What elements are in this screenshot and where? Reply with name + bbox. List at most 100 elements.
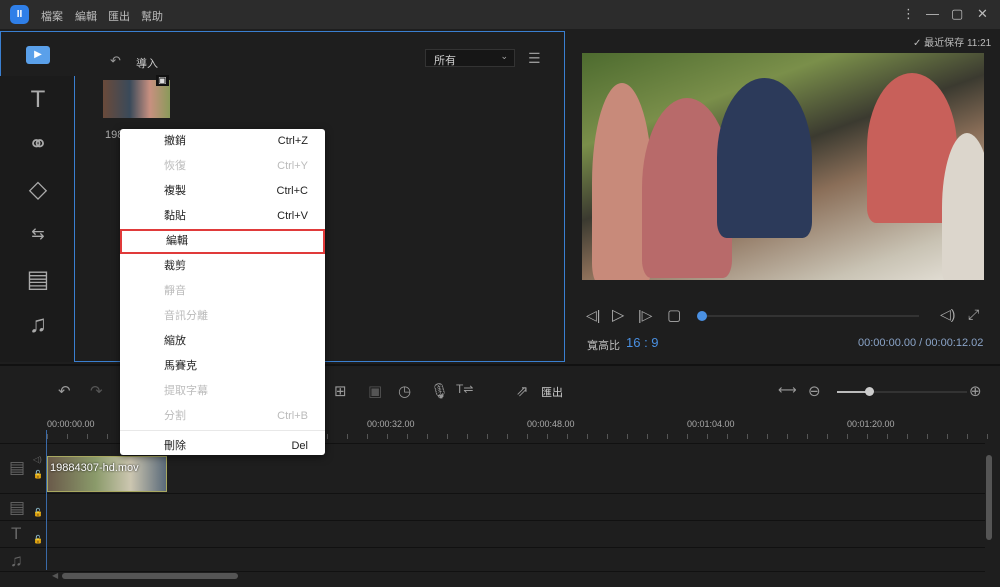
mosaic-icon[interactable]: ⊞ (334, 382, 347, 400)
tick-label: 00:01:04.00 (687, 419, 735, 429)
context-menu-item[interactable]: 馬賽克 (120, 354, 325, 379)
redo-icon[interactable]: ↷ (90, 382, 103, 400)
overlay-icon[interactable]: ◇ (22, 174, 54, 206)
context-menu-item[interactable]: 提取字幕 (120, 379, 325, 404)
context-menu-item[interactable]: 音訊分離 (120, 304, 325, 329)
text-track-icon: T (11, 524, 22, 543)
clip-name: 19884307-hd.mov (50, 462, 139, 474)
context-menu: 撤銷 Ctrl+Z 恢復 Ctrl+Y 複製 Ctrl+C 黏貼 Ctrl+V 編輯裁剪靜音音訊… (120, 129, 325, 455)
export-button[interactable]: 匯出 (541, 384, 563, 400)
menu-item-label: 縮放 (164, 335, 186, 347)
overlay-track-icon: ▤ (9, 498, 26, 517)
maximize-icon[interactable]: ▢ (951, 6, 963, 22)
menu-edit[interactable]: 編輯 (75, 8, 97, 24)
lock-icon[interactable]: 🔓 (33, 508, 43, 517)
tick-label: 00:01:20.00 (847, 419, 895, 429)
context-menu-item[interactable]: 編輯 (120, 229, 325, 254)
menu-item-label: 分割 (164, 410, 186, 422)
play-icon[interactable]: ▷ (612, 305, 624, 325)
chevron-down-icon: ⌄ (500, 51, 508, 61)
text-to-speech-icon[interactable]: T⇌ (456, 382, 473, 396)
video-preview (582, 53, 984, 280)
next-frame-icon[interactable]: |▷ (638, 307, 652, 324)
playback-handle[interactable] (697, 311, 707, 321)
horizontal-scrollbar[interactable] (62, 573, 238, 579)
music-icon[interactable]: ♫ (22, 309, 54, 341)
aspect-label: 寬高比 (587, 340, 620, 352)
menu-item-shortcut: Ctrl+C (276, 185, 308, 197)
zoom-slider[interactable] (837, 391, 967, 393)
menu-item-label: 編輯 (166, 235, 188, 247)
menu-item-label: 刪除 (164, 440, 186, 452)
crop-icon[interactable]: ▣ (368, 382, 382, 400)
scroll-left-icon[interactable]: ◀ (52, 571, 58, 580)
menu-item-label: 靜音 (164, 285, 186, 297)
track-volume-icon[interactable]: ◁) (33, 455, 42, 464)
menu-item-label: 馬賽克 (164, 360, 197, 372)
playhead[interactable] (46, 430, 47, 570)
context-menu-item[interactable]: 裁剪 (120, 254, 325, 279)
fit-timeline-icon[interactable]: ⟷ (778, 382, 797, 398)
autosave-status: ✓ 最近保存 11:21 (913, 38, 992, 49)
video-track-icon: ▤ (9, 458, 26, 477)
fullscreen-icon[interactable]: ⤢ (968, 306, 979, 323)
context-menu-item[interactable]: 恢復 Ctrl+Y (120, 154, 325, 179)
menu-item-label: 黏貼 (164, 210, 186, 222)
record-voice-icon[interactable]: 🎙 (430, 382, 449, 400)
playback-slider[interactable] (701, 315, 919, 317)
import-button[interactable]: 導入 (136, 55, 158, 71)
vertical-scrollbar[interactable] (986, 455, 992, 540)
zoom-out-icon[interactable]: ⊖ (808, 382, 821, 400)
menu-item-shortcut: Ctrl+V (277, 210, 308, 222)
minimize-icon[interactable]: — (926, 6, 939, 21)
prev-frame-icon[interactable]: ◁| (586, 307, 600, 324)
context-menu-item[interactable]: 刪除 Del (120, 434, 325, 459)
zoom-slider-handle[interactable] (865, 387, 874, 396)
filter-dropdown[interactable]: 所有 ⌄ (425, 49, 515, 67)
media-icon[interactable]: ▶ (26, 46, 50, 64)
menu-file[interactable]: 檔案 (41, 8, 63, 24)
lock-icon[interactable]: 🔓 (33, 470, 43, 479)
menu-help[interactable]: 幫助 (141, 8, 163, 24)
import-icon[interactable]: ↶ (110, 53, 121, 69)
menu-item-label: 音訊分離 (164, 310, 208, 322)
menu-item-label: 撤銷 (164, 135, 186, 147)
context-menu-item[interactable]: 黏貼 Ctrl+V (120, 204, 325, 229)
context-menu-item[interactable]: 分割 Ctrl+B (120, 404, 325, 429)
transition-icon[interactable]: ⇆ (22, 219, 54, 251)
volume-icon[interactable]: ◁) (940, 306, 955, 323)
lock-icon[interactable]: 🔓 (33, 535, 43, 544)
zoom-in-icon[interactable]: ⊕ (969, 382, 982, 400)
text-icon[interactable]: T (22, 84, 54, 116)
menu-divider (120, 430, 325, 431)
media-type-icon: ▣ (156, 75, 169, 86)
context-menu-item[interactable]: 縮放 (120, 329, 325, 354)
duration-icon[interactable]: ◷ (398, 382, 411, 400)
menu-export[interactable]: 匯出 (108, 8, 130, 24)
menu-item-shortcut: Ctrl+Z (277, 135, 308, 147)
tick-label: 00:00:32.00 (367, 419, 415, 429)
timeline-clip[interactable]: 19884307-hd.mov (47, 456, 167, 492)
tick-label: 00:00:00.00 (47, 419, 95, 429)
context-menu-item[interactable]: 撤銷 Ctrl+Z (120, 129, 325, 154)
text-track (0, 521, 985, 548)
tick-label: 00:00:48.00 (527, 419, 575, 429)
more-icon[interactable]: ⋮ (902, 6, 915, 22)
undo-icon[interactable]: ↶ (58, 382, 71, 400)
music-track (0, 548, 985, 572)
menu-item-shortcut: Del (291, 440, 308, 452)
menu-item-label: 提取字幕 (164, 385, 208, 397)
context-menu-item[interactable]: 複製 Ctrl+C (120, 179, 325, 204)
menu-item-shortcut: Ctrl+Y (277, 160, 308, 172)
stop-icon[interactable]: ▢ (667, 306, 681, 324)
timecode: 00:00:00.00 / 00:00:12.02 (858, 337, 984, 349)
app-logo: II (10, 5, 29, 24)
filter-icon[interactable]: ⚭ (22, 129, 54, 161)
element-icon[interactable]: ▤ (22, 264, 54, 296)
export-icon[interactable]: ⇗ (516, 382, 529, 400)
menu-item-label: 恢復 (164, 160, 186, 172)
aspect-ratio-value[interactable]: 16 : 9 (626, 335, 659, 350)
close-icon[interactable]: ✕ (977, 6, 988, 22)
context-menu-item[interactable]: 靜音 (120, 279, 325, 304)
list-view-icon[interactable]: ☰ (528, 50, 541, 67)
